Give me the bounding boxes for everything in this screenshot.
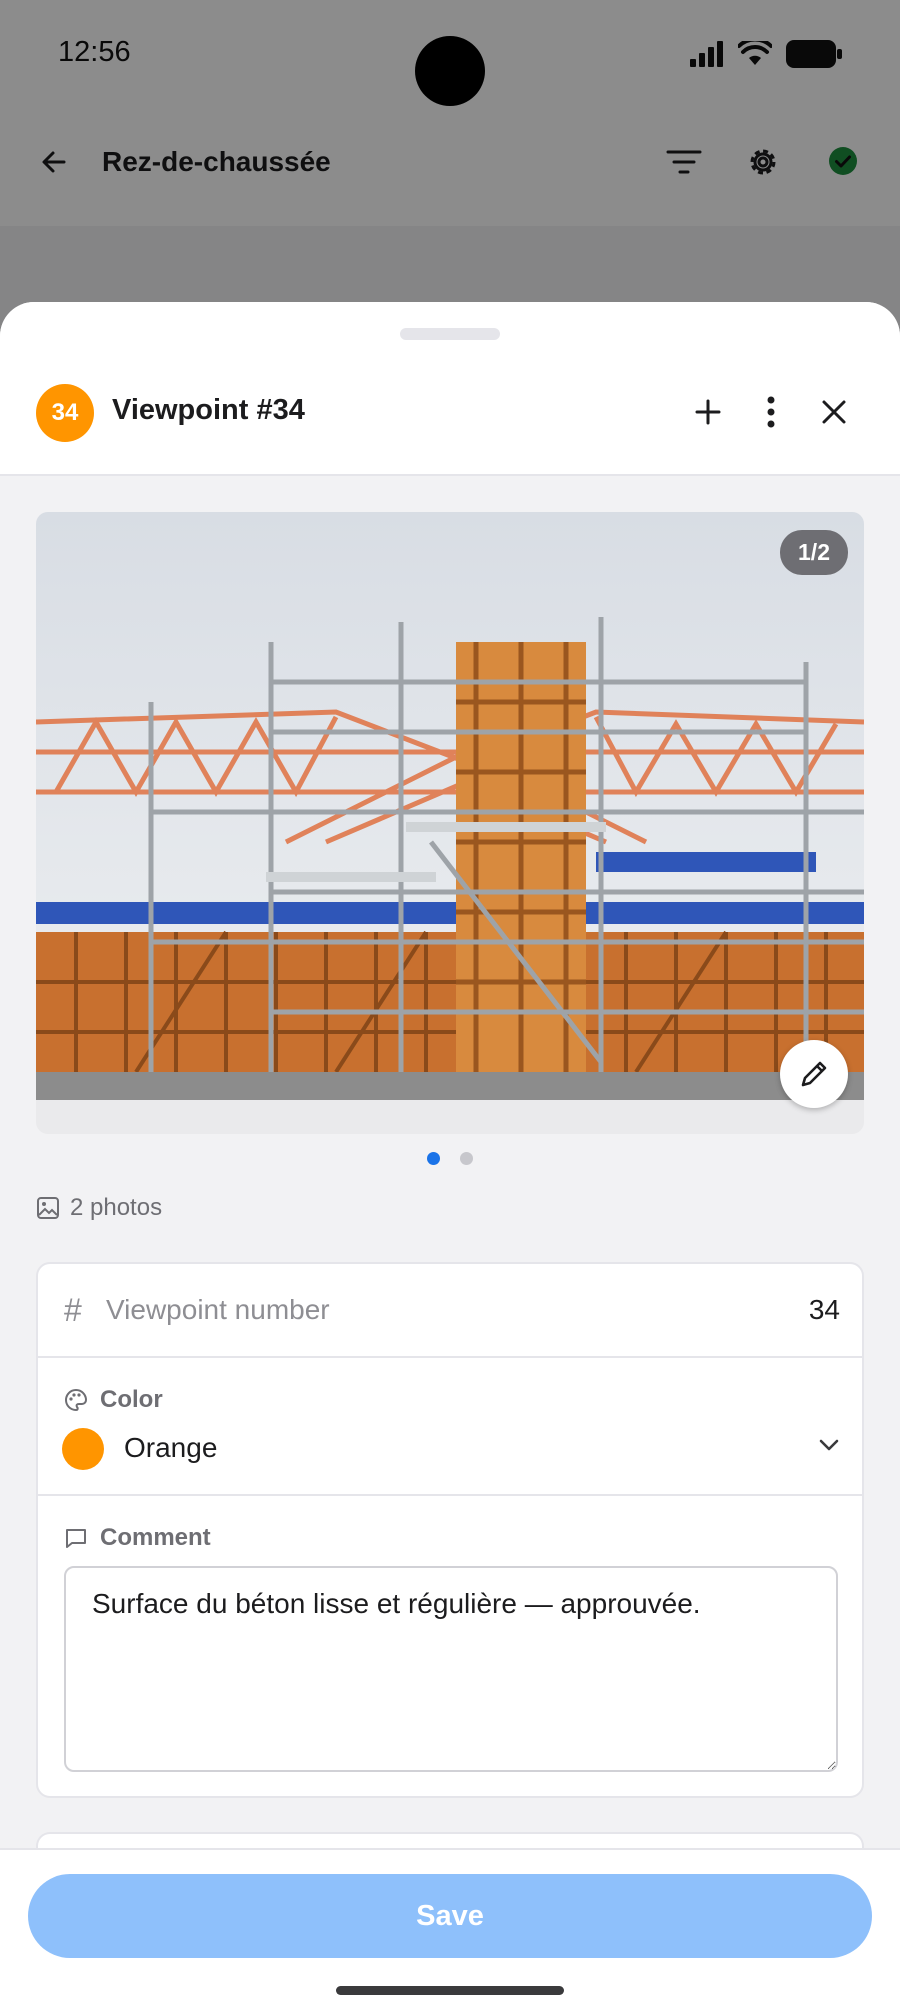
photo-carousel[interactable]: 1/2 bbox=[36, 512, 864, 1134]
comment-field[interactable]: Surface du béton lisse et régulière — ap… bbox=[64, 1566, 838, 1772]
viewpoint-badge: 34 bbox=[36, 384, 94, 442]
viewpoint-number-value[interactable]: 34 bbox=[809, 1294, 840, 1326]
chevron-down-icon[interactable] bbox=[818, 1438, 840, 1457]
comment-label: Comment bbox=[64, 1524, 211, 1552]
comment-icon bbox=[66, 1529, 86, 1548]
photos-count: 2 photos bbox=[36, 1194, 162, 1222]
viewpoint-number-row[interactable]: # Viewpoint number 34 bbox=[38, 1264, 862, 1358]
add-icon[interactable] bbox=[688, 392, 728, 432]
photos-count-label: 2 photos bbox=[70, 1194, 163, 1221]
hash-icon: # bbox=[64, 1292, 82, 1328]
photo-counter: 1/2 bbox=[780, 530, 848, 575]
home-indicator[interactable] bbox=[336, 1986, 564, 1995]
drag-handle[interactable] bbox=[400, 328, 500, 340]
sheet-title: Viewpoint #34 bbox=[112, 394, 305, 426]
close-icon[interactable] bbox=[814, 392, 854, 432]
image-icon bbox=[37, 1197, 59, 1219]
color-label-text: Color bbox=[100, 1386, 163, 1413]
carousel-indicator bbox=[0, 1152, 900, 1172]
viewpoint-form: # Viewpoint number 34 Color Orange Comme… bbox=[36, 1262, 864, 1798]
color-swatch bbox=[62, 1428, 104, 1470]
color-label: Color bbox=[64, 1386, 163, 1414]
edit-photo-button[interactable] bbox=[780, 1040, 848, 1108]
bottom-action-bar: Save bbox=[0, 1848, 900, 2009]
color-select[interactable]: Color Orange bbox=[38, 1358, 862, 1496]
sheet-header: 34 Viewpoint #34 bbox=[0, 302, 900, 476]
palette-icon bbox=[65, 1388, 88, 1412]
pencil-icon bbox=[801, 1061, 827, 1087]
carousel-dot-2[interactable] bbox=[460, 1152, 473, 1165]
more-options-icon[interactable] bbox=[751, 392, 791, 432]
viewpoint-number-label: Viewpoint number bbox=[106, 1294, 330, 1325]
save-button[interactable]: Save bbox=[28, 1874, 872, 1958]
comment-row: Comment Surface du béton lisse et réguli… bbox=[38, 1496, 862, 1796]
viewpoint-sheet: 34 Viewpoint #34 1/2 2 photos # Viewpoin… bbox=[0, 302, 900, 2009]
carousel-dot-1[interactable] bbox=[427, 1152, 440, 1165]
construction-site-photo[interactable] bbox=[36, 512, 864, 1100]
comment-label-text: Comment bbox=[100, 1524, 211, 1551]
color-value: Orange bbox=[124, 1432, 218, 1463]
